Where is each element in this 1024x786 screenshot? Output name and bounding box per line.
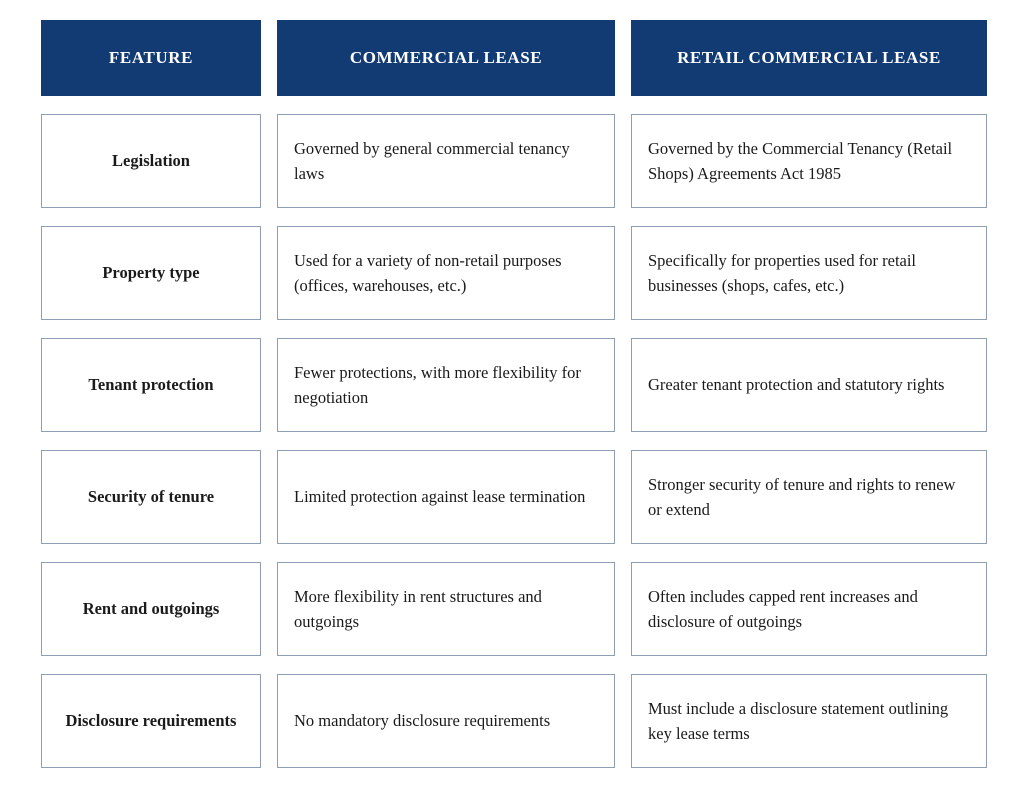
commercial-lease-cell: No mandatory disclosure requirements — [277, 674, 615, 768]
retail-commercial-lease-text: Stronger security of tenure and rights t… — [648, 474, 956, 519]
commercial-lease-text: Limited protection against lease termina… — [294, 487, 586, 507]
column-header-retail-commercial-lease: RETAIL COMMERCIAL LEASE — [631, 20, 987, 96]
feature-cell: Rent and outgoings — [41, 562, 261, 656]
commercial-lease-text: Fewer protections, with more flexibility… — [294, 362, 581, 407]
retail-commercial-lease-text: Specifically for properties used for ret… — [648, 250, 917, 295]
commercial-lease-cell: More flexibility in rent structures and … — [277, 562, 615, 656]
column-header-commercial-lease: COMMERCIAL LEASE — [277, 20, 615, 96]
retail-commercial-lease-cell: Governed by the Commercial Tenancy (Reta… — [631, 114, 987, 208]
header-row: FEATURE COMMERCIAL LEASE RETAIL COMMERCI… — [41, 20, 987, 96]
table-row: Tenant protection Fewer protections, wit… — [41, 338, 987, 432]
feature-label: Property type — [102, 263, 200, 283]
feature-cell: Security of tenure — [41, 450, 261, 544]
commercial-lease-text: More flexibility in rent structures and … — [294, 586, 542, 631]
table-row: Rent and outgoings More flexibility in r… — [41, 562, 987, 656]
retail-commercial-lease-cell: Greater tenant protection and statutory … — [631, 338, 987, 432]
retail-commercial-lease-text: Must include a disclosure statement outl… — [648, 698, 949, 743]
page-root: FEATURE COMMERCIAL LEASE RETAIL COMMERCI… — [0, 0, 1024, 768]
retail-commercial-lease-cell: Must include a disclosure statement outl… — [631, 674, 987, 768]
commercial-lease-cell: Limited protection against lease termina… — [277, 450, 615, 544]
table-row: Disclosure requirements No mandatory dis… — [41, 674, 987, 768]
commercial-lease-text: Used for a variety of non-retail purpose… — [294, 250, 562, 295]
retail-commercial-lease-text: Greater tenant protection and statutory … — [648, 375, 945, 395]
table-row: Security of tenure Limited protection ag… — [41, 450, 987, 544]
table-body: Legislation Governed by general commerci… — [41, 114, 987, 768]
commercial-lease-cell: Fewer protections, with more flexibility… — [277, 338, 615, 432]
commercial-lease-cell: Governed by general commercial tenancy l… — [277, 114, 615, 208]
retail-commercial-lease-text: Often includes capped rent increases and… — [648, 586, 918, 631]
feature-cell: Legislation — [41, 114, 261, 208]
table-row: Property type Used for a variety of non-… — [41, 226, 987, 320]
table-header: FEATURE COMMERCIAL LEASE RETAIL COMMERCI… — [41, 20, 987, 96]
feature-label: Tenant protection — [88, 375, 214, 395]
feature-cell: Tenant protection — [41, 338, 261, 432]
lease-comparison-table: FEATURE COMMERCIAL LEASE RETAIL COMMERCI… — [25, 2, 1003, 786]
table-row: Legislation Governed by general commerci… — [41, 114, 987, 208]
retail-commercial-lease-cell: Specifically for properties used for ret… — [631, 226, 987, 320]
feature-label: Disclosure requirements — [65, 711, 237, 731]
commercial-lease-cell: Used for a variety of non-retail purpose… — [277, 226, 615, 320]
retail-commercial-lease-text: Governed by the Commercial Tenancy (Reta… — [648, 138, 953, 183]
commercial-lease-text: Governed by general commercial tenancy l… — [294, 138, 570, 183]
feature-cell: Disclosure requirements — [41, 674, 261, 768]
feature-label: Rent and outgoings — [82, 599, 220, 619]
commercial-lease-text: No mandatory disclosure requirements — [294, 711, 551, 731]
feature-label: Security of tenure — [87, 487, 215, 507]
retail-commercial-lease-cell: Often includes capped rent increases and… — [631, 562, 987, 656]
feature-label: Legislation — [112, 151, 190, 171]
retail-commercial-lease-cell: Stronger security of tenure and rights t… — [631, 450, 987, 544]
feature-cell: Property type — [41, 226, 261, 320]
column-header-feature: FEATURE — [41, 20, 261, 96]
